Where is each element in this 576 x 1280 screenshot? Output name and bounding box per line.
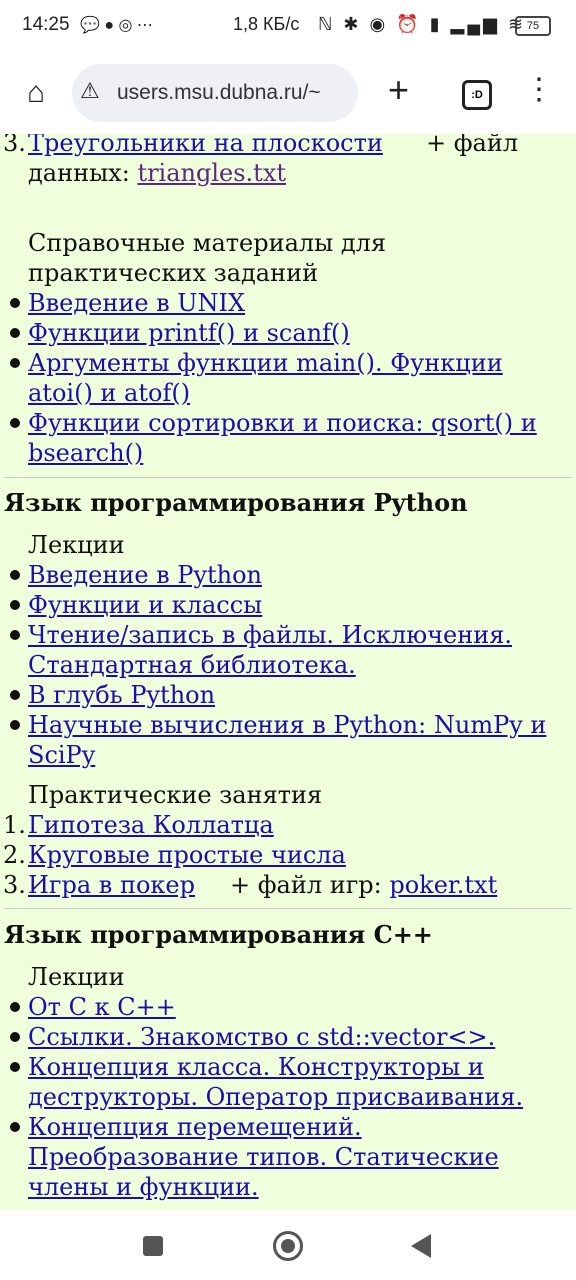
link-python-files[interactable]: Чтение/запись в файлы. Исключения. bbox=[28, 620, 512, 650]
link-triangles[interactable]: Треугольники на плоскости bbox=[28, 134, 383, 158]
address-bar[interactable]: ⚠ users.msu.dubna.ru/~ bbox=[72, 64, 358, 122]
data-label-text: данных: bbox=[28, 159, 138, 187]
poker-file-label: + файл игр: poker.txt bbox=[230, 870, 497, 900]
list-bullet bbox=[10, 720, 20, 730]
link-qsort[interactable]: Функции сортировки и поиска: qsort() и bbox=[28, 408, 537, 438]
link-collatz[interactable]: Гипотеза Коллатца bbox=[28, 810, 274, 840]
list-bullet bbox=[10, 1122, 20, 1132]
link-qsort-2[interactable]: bsearch() bbox=[28, 438, 143, 468]
divider bbox=[4, 908, 572, 909]
link-main-args-2[interactable]: atoi() и atof() bbox=[28, 378, 190, 408]
link-python-numpy-2[interactable]: SciPy bbox=[28, 740, 95, 770]
system-status-icons: ℕ ✱ ◉ ⏰ ▮ ▂▄▆ ≋ bbox=[318, 14, 527, 34]
data-label: данных: triangles.txt bbox=[28, 158, 286, 188]
url-text[interactable]: users.msu.dubna.ru/~ bbox=[117, 81, 353, 105]
link-poker[interactable]: Игра в покер bbox=[28, 870, 195, 900]
list-bullet bbox=[10, 418, 20, 428]
recents-icon[interactable] bbox=[143, 1236, 163, 1256]
ref-heading-1: Справочные материалы для bbox=[28, 229, 387, 257]
home-icon[interactable]: ⌂ bbox=[17, 74, 55, 112]
link-python-functions[interactable]: Функции и классы bbox=[28, 590, 262, 620]
tab-switcher-button[interactable]: :D bbox=[462, 80, 492, 110]
more-menu-icon[interactable]: ⋮ bbox=[524, 72, 554, 108]
link-poker-txt[interactable]: poker.txt bbox=[389, 871, 497, 899]
home-nav-icon[interactable] bbox=[273, 1231, 303, 1261]
link-move-semantics[interactable]: Концепция перемещений. bbox=[28, 1112, 362, 1142]
list-bullet bbox=[10, 298, 20, 308]
link-python-files-2[interactable]: Стандартная библиотека. bbox=[28, 650, 356, 680]
list-number: 1. bbox=[3, 811, 26, 839]
list-bullet bbox=[10, 1002, 20, 1012]
link-triangles-txt[interactable]: triangles.txt bbox=[137, 159, 286, 187]
link-printf[interactable]: Функции printf() и scanf() bbox=[28, 318, 350, 348]
list-bullet bbox=[10, 600, 20, 610]
warning-icon[interactable]: ⚠ bbox=[80, 78, 100, 104]
battery-icon: 75 bbox=[515, 16, 551, 36]
new-tab-icon[interactable]: + bbox=[388, 70, 409, 110]
ref-heading-2: практических заданий bbox=[28, 259, 319, 287]
clock: 14:25 bbox=[22, 14, 70, 35]
link-circular-primes[interactable]: Круговые простые числа bbox=[28, 840, 346, 870]
poker-file-text: + файл игр: bbox=[230, 871, 390, 899]
list-bullet bbox=[10, 328, 20, 338]
link-python-deep[interactable]: В глубь Python bbox=[28, 680, 215, 710]
link-class-concept[interactable]: Концепция класса. Конструкторы и bbox=[28, 1052, 484, 1082]
link-move-semantics-2[interactable]: Преобразование типов. Статические bbox=[28, 1142, 499, 1172]
page-content: 3. Треугольники на плоскости + файл данн… bbox=[0, 134, 576, 1210]
status-bar: 14:25 💬 ● ◎ ⋯ 1,8 КБ/с ℕ ✱ ◉ ⏰ ▮ ▂▄▆ ≋ 7… bbox=[0, 0, 576, 52]
section-heading-cpp: Язык программирования C++ bbox=[4, 920, 433, 949]
link-class-concept-2[interactable]: деструкторы. Оператор присваивания. bbox=[28, 1082, 523, 1112]
link-unix[interactable]: Введение в UNIX bbox=[28, 288, 245, 318]
link-python-intro[interactable]: Введение в Python bbox=[28, 560, 262, 590]
link-main-args[interactable]: Аргументы функции main(). Функции bbox=[28, 348, 503, 378]
file-label: + файл bbox=[426, 134, 519, 157]
list-number: 3. bbox=[3, 871, 26, 899]
list-bullet bbox=[10, 1032, 20, 1042]
list-bullet bbox=[10, 570, 20, 580]
section-heading-python: Язык программирования Python bbox=[4, 488, 468, 517]
list-bullet bbox=[10, 1062, 20, 1072]
link-move-semantics-3[interactable]: члены и функции. bbox=[28, 1172, 259, 1202]
link-python-numpy[interactable]: Научные вычисления в Python: NumPy и bbox=[28, 710, 546, 740]
divider bbox=[4, 477, 572, 478]
link-vector[interactable]: Ссылки. Знакомство с std::vector<>. bbox=[28, 1022, 495, 1052]
list-bullet bbox=[10, 630, 20, 640]
list-bullet bbox=[10, 358, 20, 368]
network-speed: 1,8 КБ/с bbox=[233, 14, 300, 34]
back-icon[interactable] bbox=[411, 1234, 431, 1258]
practice-label: Практические занятия bbox=[28, 781, 323, 809]
list-number: 3. bbox=[3, 134, 26, 157]
browser-toolbar: ⌂ ⚠ users.msu.dubna.ru/~ + :D ⋮ bbox=[0, 52, 576, 135]
system-nav-bar bbox=[0, 1210, 576, 1280]
list-bullet bbox=[10, 690, 20, 700]
list-number: 2. bbox=[3, 841, 26, 869]
lectures-label: Лекции bbox=[28, 531, 125, 559]
lectures-label: Лекции bbox=[28, 963, 125, 991]
notification-icons: 💬 ● ◎ ⋯ bbox=[80, 17, 153, 34]
link-c-to-cpp[interactable]: От С к C++ bbox=[28, 992, 176, 1022]
